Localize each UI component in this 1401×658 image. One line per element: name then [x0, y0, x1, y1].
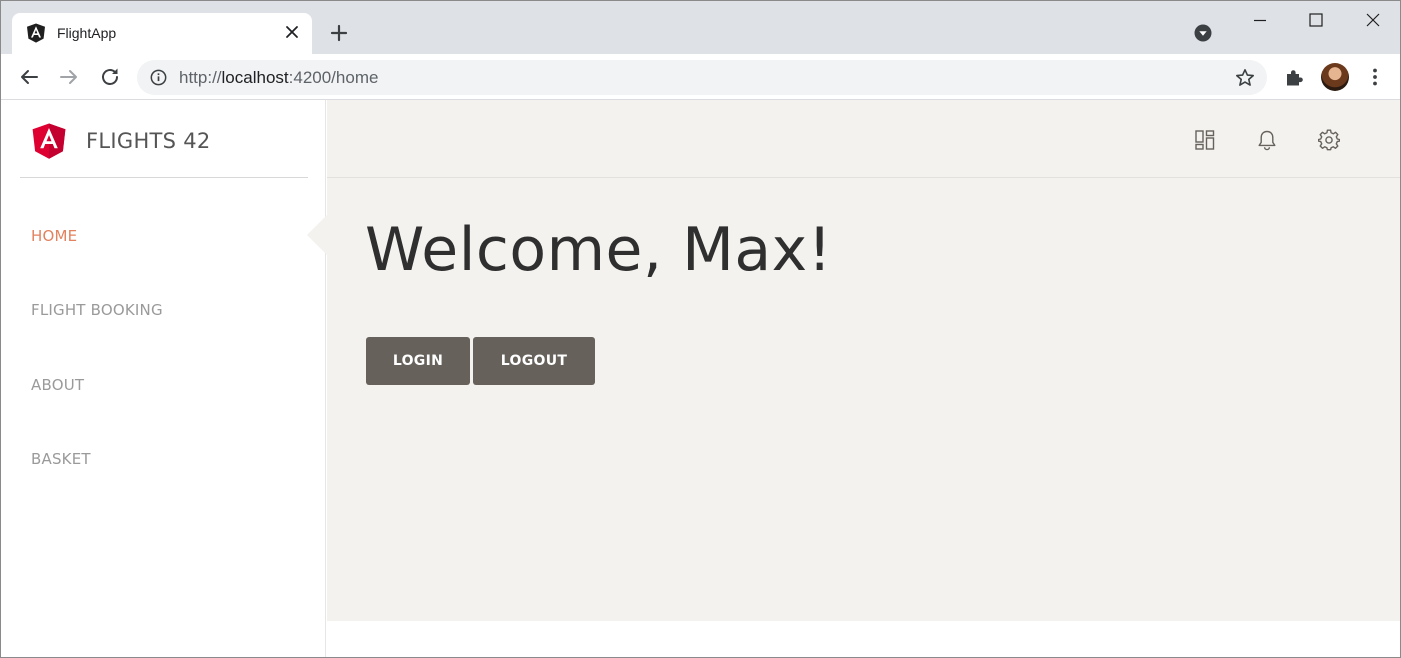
- sidebar-item-home[interactable]: HOME: [31, 227, 77, 245]
- plus-icon[interactable]: [327, 21, 351, 45]
- maximize-icon[interactable]: [1304, 9, 1328, 33]
- browser-window: FlightApp http://localhost:4200/home FLI…: [0, 0, 1401, 658]
- angular-logo-icon[interactable]: [32, 123, 66, 159]
- sidebar-item-basket[interactable]: BASKET: [31, 450, 91, 468]
- address-bar[interactable]: http://localhost:4200/home: [137, 60, 1267, 95]
- close-icon[interactable]: [284, 24, 300, 40]
- sidebar-item-about[interactable]: ABOUT: [31, 376, 84, 394]
- reload-icon[interactable]: [98, 65, 122, 89]
- close-icon[interactable]: [1361, 9, 1385, 33]
- sidebar-logo-row: FLIGHTS 42: [20, 100, 308, 178]
- browser-tab[interactable]: FlightApp: [12, 13, 312, 54]
- sidebar-item-flight-booking[interactable]: FLIGHT BOOKING: [31, 301, 163, 319]
- dashboard-icon[interactable]: [1194, 129, 1216, 151]
- logout-button[interactable]: LOGOUT: [473, 337, 595, 385]
- sidebar: FLIGHTS 42 HOME FLIGHT BOOKING ABOUT BAS…: [1, 100, 326, 657]
- star-icon[interactable]: [1235, 68, 1255, 88]
- browser-toolbar: http://localhost:4200/home: [1, 54, 1400, 100]
- welcome-heading: Welcome, Max!: [365, 215, 833, 285]
- brand-title[interactable]: FLIGHTS 42: [86, 129, 211, 153]
- forward-arrow-icon[interactable]: [57, 65, 81, 89]
- avatar[interactable]: [1321, 63, 1349, 91]
- angular-icon: [27, 23, 45, 43]
- url-text: http://localhost:4200/home: [179, 68, 379, 87]
- gear-icon[interactable]: [1318, 129, 1340, 151]
- content-header: [327, 100, 1400, 178]
- puzzle-icon[interactable]: [1284, 66, 1306, 88]
- active-nav-indicator: [307, 215, 327, 255]
- main-content: Welcome, Max! LOGIN LOGOUT: [327, 100, 1400, 621]
- back-arrow-icon[interactable]: [17, 65, 41, 89]
- tab-strip: FlightApp: [1, 1, 1400, 54]
- tab-search-icon[interactable]: [1193, 23, 1213, 43]
- login-button[interactable]: LOGIN: [366, 337, 470, 385]
- kebab-menu-icon[interactable]: [1364, 66, 1386, 88]
- tab-title: FlightApp: [57, 25, 117, 41]
- bell-icon[interactable]: [1256, 129, 1278, 151]
- minimize-icon[interactable]: [1248, 9, 1272, 33]
- app-root: FLIGHTS 42 HOME FLIGHT BOOKING ABOUT BAS…: [1, 100, 1400, 657]
- info-icon[interactable]: [150, 69, 167, 86]
